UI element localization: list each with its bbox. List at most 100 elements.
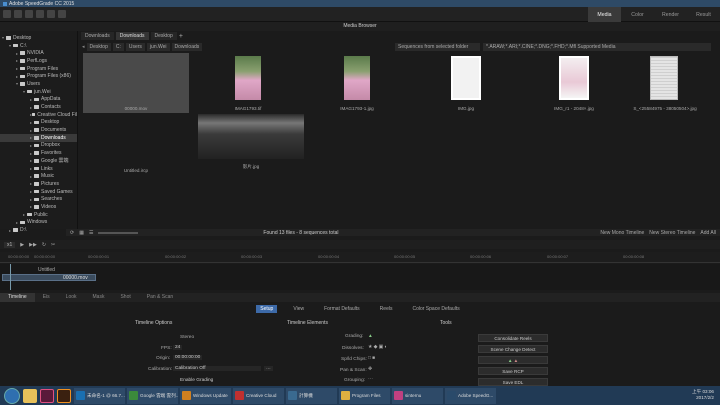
tree-node[interactable]: ▾ Users (0, 80, 77, 88)
subtab[interactable]: Setup (256, 304, 278, 313)
tree-node[interactable]: ▸ Favorites (0, 149, 77, 157)
dissolve-icons[interactable]: ★ ◆ ▣ ◐ (368, 345, 387, 350)
save-rcp-button[interactable]: Save RCP (478, 367, 548, 375)
save-edl-button[interactable]: Save EDL (478, 378, 548, 386)
taskbar-item[interactable]: Creative Cloud (233, 387, 284, 404)
loop-icon[interactable]: ↻ (42, 242, 46, 248)
taskbar-item[interactable]: 未命名-1 @ 66.7... (74, 387, 125, 404)
link-icon[interactable] (36, 10, 44, 18)
filter-types-select[interactable]: *.ARAW;*.ARI;*.CINE;*.DNG;*.FHD;*.Mfl Su… (483, 42, 711, 51)
tab-render[interactable]: Render (654, 7, 687, 22)
settings-icon[interactable] (25, 10, 33, 18)
indesign-icon[interactable] (40, 388, 54, 403)
file-thumb[interactable]: 影片.jpg (195, 112, 307, 172)
add-all-button[interactable]: Add All (700, 230, 716, 236)
fps-field[interactable]: 24 (173, 345, 183, 350)
tab-downloads-1[interactable]: Downloads (81, 32, 114, 40)
bottom-tab[interactable]: Mask (85, 293, 113, 302)
taskbar-item[interactable]: sinternu (392, 387, 443, 404)
taskbar-item[interactable]: Google 雲端 雲列... (127, 387, 178, 404)
explorer-icon[interactable] (23, 388, 37, 403)
tree-node[interactable]: ▸ Searches (0, 195, 77, 203)
thumb-size-slider[interactable] (98, 231, 139, 234)
tree-node[interactable]: ▸ NVIDIA (0, 49, 77, 57)
tree-node[interactable]: ▸ Contacts (0, 103, 77, 111)
step-icon[interactable]: ▶▶ (29, 242, 37, 248)
pan-scan-icon[interactable]: ✥ (368, 367, 372, 372)
tab-desktop[interactable]: Desktop (150, 32, 177, 40)
system-clock[interactable]: 上午 03:06 2017/2/2 (692, 389, 714, 401)
subtab[interactable]: Format Defaults (320, 305, 364, 313)
play-icon[interactable]: ▶ (20, 242, 24, 248)
timeline-ruler[interactable]: 00:00:00:00 00:00:00:00 00:00:00:01 00:00:0… (0, 252, 720, 263)
tree-node[interactable]: ▸ Links (0, 165, 77, 173)
crumb-downloads[interactable]: Downloads (171, 42, 203, 51)
grid-view-icon[interactable]: ▦ (79, 230, 84, 236)
bottom-tab[interactable]: Timeline (0, 293, 35, 302)
tree-node[interactable]: ▸ Program Files (0, 65, 77, 73)
tab-color[interactable]: Color (621, 7, 654, 22)
crumb-users[interactable]: Users (125, 42, 145, 51)
bottom-tab[interactable]: Look (58, 293, 85, 302)
tree-node[interactable]: ▸ Music (0, 172, 77, 180)
tree-node[interactable]: ▸ Saved Games (0, 188, 77, 196)
consolidate-reels-button[interactable]: Consolidate Reels (478, 334, 548, 342)
subtab[interactable]: Reels (376, 305, 397, 313)
fx-icon[interactable] (58, 10, 66, 18)
subtab[interactable]: View (289, 305, 308, 313)
file-thumb[interactable]: S_<25584975 - 38050504>.jpg (612, 53, 718, 113)
tree-node[interactable]: ▸ Downloads (0, 133, 77, 142)
tree-node[interactable]: ▸ Public (0, 211, 77, 219)
save-icon[interactable] (14, 10, 22, 18)
subtab[interactable]: Color Space Defaults (408, 305, 463, 313)
refresh-icon[interactable]: ⟳ (70, 230, 74, 236)
tree-node[interactable]: ▸ Google 雲端 (0, 157, 77, 165)
tree-node[interactable]: ▸ AppData (0, 96, 77, 104)
crumb-c[interactable]: C: (112, 42, 124, 51)
filter-mode-select[interactable]: Sequences from selected folder (395, 42, 480, 51)
illustrator-icon[interactable] (57, 388, 71, 403)
taskbar-item[interactable]: 計算機 (286, 387, 337, 404)
timeline-tracks[interactable]: Untitled 00000.mov (0, 264, 720, 290)
taskbar-item[interactable]: Program Files (339, 387, 390, 404)
origin-field[interactable]: 00:00:00:00 (173, 355, 203, 360)
tree-node[interactable]: ▸ Program Files (x86) (0, 72, 77, 80)
tree-node[interactable]: ▾ C:\ (0, 42, 77, 50)
color-tool-button[interactable]: ▲ ▲ (478, 356, 548, 364)
tree-node[interactable]: ▸ Desktop (0, 119, 77, 127)
bottom-tab[interactable]: Shot (112, 293, 138, 302)
file-thumb[interactable]: Untitled.ircp (83, 115, 189, 175)
crumb-user[interactable]: jun.Wei (146, 42, 170, 51)
add-tab-icon[interactable]: + (179, 33, 183, 40)
bottom-tab[interactable]: Eis (35, 293, 58, 302)
taskbar-item[interactable]: Windows Update (180, 387, 231, 404)
tab-result[interactable]: Result (687, 7, 720, 22)
cut-icon[interactable]: ✂ (51, 242, 55, 248)
tree-node[interactable]: ▸ PerfLogs (0, 57, 77, 65)
new-stereo-timeline-button[interactable]: New Stereo Timeline (649, 230, 695, 236)
enable-grading-checkbox[interactable]: Enable Grading (180, 378, 213, 383)
tab-downloads-2[interactable]: Downloads (115, 32, 149, 40)
new-mono-timeline-button[interactable]: New Mono Timeline (600, 230, 644, 236)
calibration-more-button[interactable]: … (264, 366, 273, 371)
crumb-desktop[interactable]: Desktop (86, 42, 111, 51)
chip-icons[interactable]: □ ■ (368, 356, 375, 361)
taskbar-item[interactable]: Adobe SpeedG... (445, 387, 496, 404)
file-thumb[interactable]: IMAG1793.tif (195, 53, 301, 113)
tree-node[interactable]: ▸ Videos (0, 203, 77, 211)
playhead[interactable] (10, 264, 11, 290)
back-icon[interactable]: ◂ (82, 44, 85, 50)
tree-node[interactable]: ▸ Windows (0, 219, 77, 227)
tab-media[interactable]: Media (588, 7, 621, 22)
calibration-select[interactable]: Calibration Off (173, 366, 261, 371)
file-thumb[interactable]: IMAG1793-1.jpg (304, 53, 410, 113)
zoom-level[interactable]: x1 (4, 241, 16, 248)
bottom-tab[interactable]: Pan & Scan (139, 293, 181, 302)
pen-icon[interactable] (47, 10, 55, 18)
timeline-clip[interactable]: 00000.mov (2, 274, 96, 281)
grading-color-icon[interactable]: ▲ (368, 334, 373, 339)
open-icon[interactable] (3, 10, 11, 18)
start-button[interactable] (4, 387, 20, 404)
tree-node[interactable]: ▸ Documents (0, 126, 77, 134)
file-thumb[interactable]: 00000.mov (83, 53, 189, 113)
